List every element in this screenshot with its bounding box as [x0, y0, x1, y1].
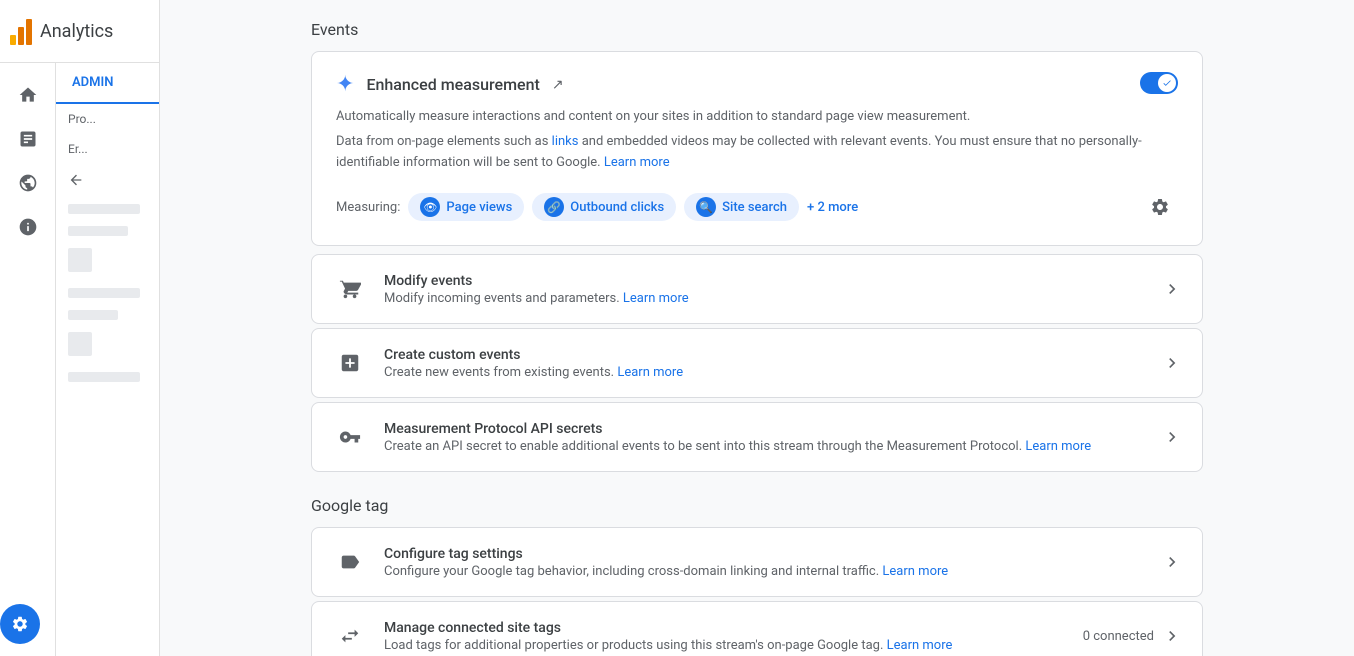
configure-tag-title: Configure tag settings — [384, 546, 1162, 562]
manage-tags-learn-more[interactable]: Learn more — [887, 638, 953, 653]
configure-tag-desc: Configure your Google tag behavior, incl… — [384, 564, 1162, 579]
enhanced-measurement-title: Enhanced measurement — [366, 75, 539, 94]
manage-tags-desc: Load tags for additional properties or p… — [384, 638, 1083, 653]
measuring-label: Measuring: — [336, 200, 400, 215]
create-custom-events-desc: Create new events from existing events. … — [384, 365, 1162, 380]
create-custom-events-title: Create custom events — [384, 347, 1162, 363]
key-icon — [332, 419, 368, 455]
modify-events-icon — [332, 271, 368, 307]
create-events-chevron — [1162, 353, 1182, 373]
tag-settings-icon — [332, 544, 368, 580]
google-tag-title: Google tag — [311, 476, 1203, 527]
more-chip[interactable]: + 2 more — [807, 200, 858, 215]
site-search-label: Site search — [722, 200, 787, 215]
nav-advertising[interactable] — [8, 207, 48, 247]
create-events-learn-more[interactable]: Learn more — [617, 365, 683, 380]
admin-tab[interactable]: ADMIN — [56, 63, 159, 104]
manage-tags-chevron — [1162, 626, 1182, 646]
enhanced-desc-1: Automatically measure interactions and c… — [336, 107, 1178, 128]
main-content: Events ✦ Enhanced measurement ↗ Automati… — [160, 0, 1354, 656]
page-views-chip[interactable]: 👁 Page views — [408, 193, 524, 221]
back-icon — [68, 172, 84, 188]
outbound-clicks-chip[interactable]: 🔗 Outbound clicks — [532, 193, 676, 221]
nav-explore[interactable] — [8, 163, 48, 203]
analytics-logo — [10, 17, 32, 45]
manage-tags-title: Manage connected site tags — [384, 620, 1083, 636]
configure-tag-content: Configure tag settings Configure your Go… — [384, 546, 1162, 579]
sidebar-item-er[interactable]: Er... — [56, 134, 159, 164]
manage-tags-item[interactable]: Manage connected site tags Load tags for… — [311, 601, 1203, 656]
create-custom-events-item[interactable]: Create custom events Create new events f… — [311, 328, 1203, 398]
enhanced-learn-more-link[interactable]: Learn more — [604, 155, 670, 170]
back-button[interactable] — [56, 164, 159, 196]
measuring-settings-button[interactable] — [1142, 189, 1178, 225]
configure-tag-learn-more[interactable]: Learn more — [882, 564, 948, 579]
measurement-protocol-learn-more[interactable]: Learn more — [1025, 439, 1091, 454]
modify-events-desc: Modify incoming events and parameters. L… — [384, 291, 1162, 306]
enhanced-measurement-toggle[interactable] — [1140, 72, 1178, 94]
measurement-protocol-item[interactable]: Measurement Protocol API secrets Create … — [311, 402, 1203, 472]
modify-events-title: Modify events — [384, 273, 1162, 289]
gear-icon — [1150, 197, 1170, 217]
measurement-protocol-desc: Create an API secret to enable additiona… — [384, 439, 1162, 454]
modify-events-content: Modify events Modify incoming events and… — [384, 273, 1162, 306]
configure-tag-item[interactable]: Configure tag settings Configure your Go… — [311, 527, 1203, 597]
connected-count: 0 connected — [1083, 629, 1154, 644]
measurement-protocol-title: Measurement Protocol API secrets — [384, 421, 1162, 437]
modify-events-item[interactable]: Modify events Modify incoming events and… — [311, 254, 1203, 324]
site-search-chip[interactable]: 🔍 Site search — [684, 193, 799, 221]
configure-tag-chevron — [1162, 552, 1182, 572]
enhanced-measurement-card: ✦ Enhanced measurement ↗ Automatically m… — [311, 51, 1203, 246]
create-events-icon — [332, 345, 368, 381]
measurement-protocol-content: Measurement Protocol API secrets Create … — [384, 421, 1162, 454]
events-section-title: Events — [311, 0, 1203, 51]
modify-events-chevron — [1162, 279, 1182, 299]
manage-tags-content: Manage connected site tags Load tags for… — [384, 620, 1083, 653]
settings-button[interactable] — [0, 604, 40, 644]
manage-tags-icon — [332, 618, 368, 654]
nav-reports[interactable] — [8, 119, 48, 159]
page-views-label: Page views — [446, 200, 512, 215]
enhanced-desc-2: Data from on-page elements such as links… — [336, 132, 1178, 174]
outbound-clicks-label: Outbound clicks — [570, 200, 664, 215]
create-custom-events-content: Create custom events Create new events f… — [384, 347, 1162, 380]
sparkle-icon: ✦ — [336, 72, 354, 97]
sidebar-item-pro[interactable]: Pro... — [56, 104, 159, 134]
nav-home[interactable] — [8, 75, 48, 115]
app-title: Analytics — [40, 21, 113, 42]
measurement-protocol-chevron — [1162, 427, 1182, 447]
modify-events-learn-more[interactable]: Learn more — [623, 291, 689, 306]
